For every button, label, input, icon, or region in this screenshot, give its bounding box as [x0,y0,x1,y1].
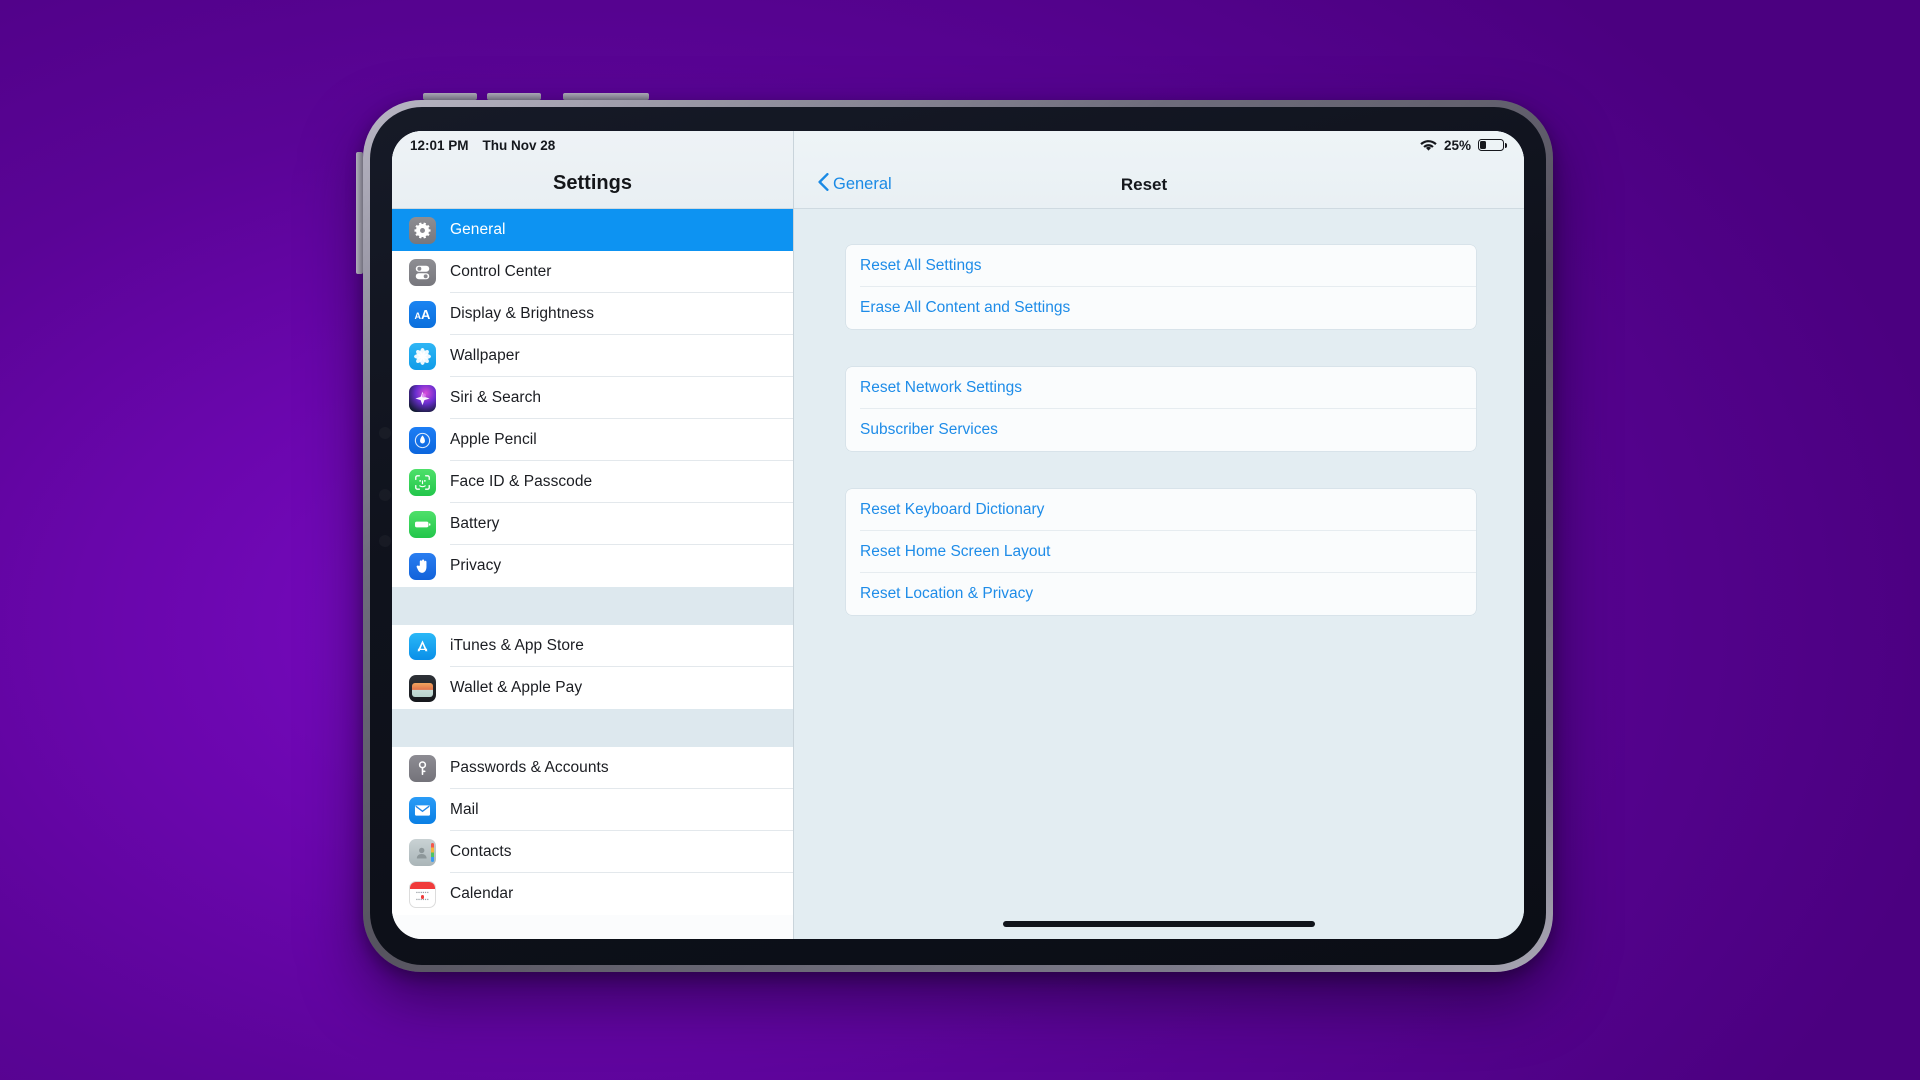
home-indicator[interactable] [1003,921,1315,927]
reset-row-reset-keyboard-dictionary[interactable]: Reset Keyboard Dictionary [846,489,1476,531]
side-button[interactable] [356,152,363,274]
reset-row-reset-network-settings[interactable]: Reset Network Settings [846,367,1476,409]
key-icon [409,754,436,782]
envelope-icon [409,796,436,824]
battery-icon [409,510,436,538]
reset-row-label: Erase All Content and Settings [860,299,1071,316]
reset-row-label: Reset All Settings [860,257,982,274]
sidebar-item-label: Privacy [450,557,502,574]
sidebar-item-label: Passwords & Accounts [450,759,609,776]
siri-orb-icon [409,384,436,412]
sidebar-list[interactable]: General Control Center AA Display & Brightn… [392,209,793,939]
raised-hand-icon [409,552,436,580]
reset-group: Reset Network Settings Subscriber Service… [846,367,1476,451]
sidebar-group-separator [392,709,793,747]
ipad-device: 12:01 PM Thu Nov 28 25% Settings General… [356,93,1553,972]
volume-down-button[interactable] [487,93,541,100]
reset-group: Reset Keyboard Dictionary Reset Home Scre… [846,489,1476,615]
smart-connector-pin [379,489,391,501]
sidebar-item-label: General [450,221,506,238]
reset-row-label: Reset Location & Privacy [860,585,1034,602]
reset-row-reset-all-settings[interactable]: Reset All Settings [846,245,1476,287]
sidebar-item-mail[interactable]: Mail [392,789,793,831]
back-button[interactable]: General [818,173,892,196]
device-bezel: 12:01 PM Thu Nov 28 25% Settings General… [370,107,1546,965]
sidebar-item-passwords-accounts[interactable]: Passwords & Accounts [392,747,793,789]
sidebar-item-calendar[interactable]: ▪▪▪▪▪▪▪▪▪▪▪▪▪▪▪▪▪▪ Calendar [392,873,793,915]
sidebar-item-label: Apple Pencil [450,431,537,448]
reset-row-reset-home-screen-layout[interactable]: Reset Home Screen Layout [846,531,1476,573]
contacts-book-icon [409,838,436,866]
sidebar-item-itunes-app-store[interactable]: iTunes & App Store [392,625,793,667]
pencil-tip-icon [409,426,436,454]
page-title: Settings [553,172,632,194]
smart-connector-pin [379,427,391,439]
sidebar-item-label: Battery [450,515,500,532]
sidebar-item-label: Wallet & Apple Pay [450,679,583,696]
sidebar-header: Settings [392,131,793,209]
sidebar-item-apple-pencil[interactable]: Apple Pencil [392,419,793,461]
sidebar-item-label: Control Center [450,263,552,280]
reset-row-label: Reset Network Settings [860,379,1022,396]
sidebar-item-label: Contacts [450,843,512,860]
detail-pane: General Reset Reset All Settings Erase Al… [794,131,1524,939]
reset-options-list: Reset All Settings Erase All Content and … [794,209,1524,939]
flower-icon [409,342,436,370]
toggles-icon [409,258,436,286]
sidebar-item-label: Face ID & Passcode [450,473,593,490]
settings-sidebar: Settings General Control Center AA Display … [392,131,794,939]
reset-row-subscriber-services[interactable]: Subscriber Services [846,409,1476,451]
letter-aa-icon: AA [409,300,436,328]
reset-row-label: Subscriber Services [860,421,998,438]
calendar-icon: ▪▪▪▪▪▪▪▪▪▪▪▪▪▪▪▪▪▪ [409,880,436,908]
app-store-icon [409,632,436,660]
sidebar-item-label: Display & Brightness [450,305,595,322]
sidebar-item-label: Calendar [450,885,514,902]
smart-connector-pin [379,535,391,547]
sidebar-item-privacy[interactable]: Privacy [392,545,793,587]
sidebar-item-general[interactable]: General [392,209,793,251]
face-id-icon [409,468,436,496]
wallet-icon [409,674,436,702]
chevron-left-icon [818,173,829,196]
sidebar-item-display-brightness[interactable]: AA Display & Brightness [392,293,793,335]
reset-row-label: Reset Home Screen Layout [860,543,1051,560]
ipad-screen: 12:01 PM Thu Nov 28 25% Settings General… [392,131,1524,939]
sidebar-item-wallpaper[interactable]: Wallpaper [392,335,793,377]
sidebar-item-contacts[interactable]: Contacts [392,831,793,873]
gear-icon [409,216,436,244]
reset-row-label: Reset Keyboard Dictionary [860,501,1045,518]
sidebar-item-wallet-apple-pay[interactable]: Wallet & Apple Pay [392,667,793,709]
back-button-label: General [833,175,892,193]
sidebar-item-siri-search[interactable]: Siri & Search [392,377,793,419]
detail-header: General Reset [794,131,1524,209]
sidebar-item-label: Mail [450,801,479,818]
reset-group: Reset All Settings Erase All Content and … [846,245,1476,329]
sidebar-item-face-id-passcode[interactable]: Face ID & Passcode [392,461,793,503]
reset-row-reset-location-privacy[interactable]: Reset Location & Privacy [846,573,1476,615]
sidebar-item-battery[interactable]: Battery [392,503,793,545]
sidebar-item-label: Siri & Search [450,389,542,406]
sidebar-item-label: iTunes & App Store [450,637,584,654]
volume-up-button[interactable] [423,93,477,100]
sidebar-item-label: Wallpaper [450,347,520,364]
sidebar-group-separator [392,587,793,625]
sidebar-item-control-center[interactable]: Control Center [392,251,793,293]
detail-title: Reset [1120,175,1168,194]
power-button[interactable] [563,93,649,100]
reset-row-erase-all-content-and-settings[interactable]: Erase All Content and Settings [846,287,1476,329]
